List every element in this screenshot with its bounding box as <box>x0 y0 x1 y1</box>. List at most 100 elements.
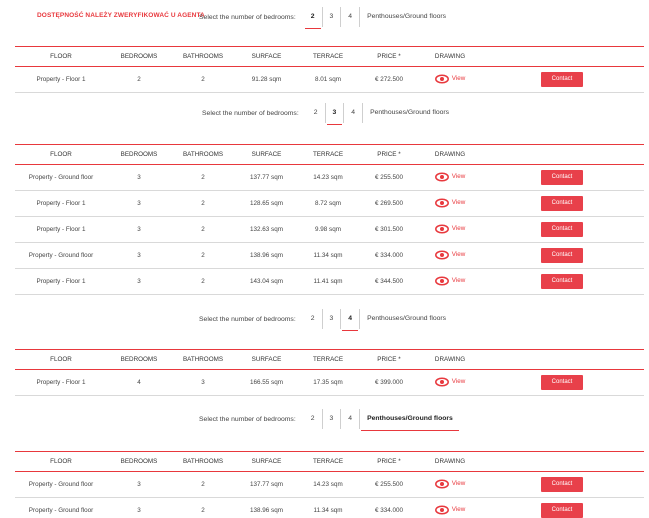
cell-surface: 138.96 sqm <box>235 242 298 269</box>
cell-bedrooms: 4 <box>107 369 171 396</box>
cell-contact: Contact <box>480 497 644 518</box>
column-header: BATHROOMS <box>171 46 235 67</box>
cell-floor: Property - Floor 1 <box>15 216 107 243</box>
bedroom-option-4[interactable]: 4 <box>340 7 359 27</box>
view-drawing-link[interactable]: View <box>434 376 466 387</box>
contact-button[interactable]: Contact <box>541 274 583 289</box>
bedroom-option-3[interactable]: 3 <box>321 7 341 27</box>
cell-contact: Contact <box>480 216 644 243</box>
view-drawing-link[interactable]: View <box>434 478 466 489</box>
cell-bathrooms: 2 <box>171 66 235 93</box>
view-label: View <box>451 199 466 206</box>
view-drawing-link[interactable]: View <box>434 223 465 234</box>
view-drawing-link[interactable]: View <box>434 249 465 260</box>
contact-button[interactable]: Contact <box>541 170 583 185</box>
column-header: TERRACE <box>298 144 358 165</box>
column-header: DRAWING <box>420 451 480 472</box>
view-label: View <box>451 378 466 385</box>
cell-floor: Property - Ground floor <box>15 164 107 191</box>
table-header-row: FLOOR BEDROOMS BATHROOMS SURFACE TERRACE PRIC… <box>15 451 644 472</box>
cell-contact: Contact <box>480 471 644 498</box>
view-drawing-link[interactable]: View <box>434 171 465 182</box>
cell-bedrooms: 3 <box>107 497 171 518</box>
cell-bedrooms: 3 <box>107 190 171 217</box>
column-header-action <box>480 451 644 472</box>
property-table: FLOOR BEDROOMS BATHROOMS SURFACE TERRACE PRIC… <box>15 144 644 295</box>
column-header: SURFACE <box>235 451 298 472</box>
cell-bathrooms: 2 <box>171 268 235 295</box>
cell-bedrooms: 3 <box>107 471 171 498</box>
cell-bathrooms: 2 <box>171 190 235 217</box>
view-label: View <box>451 480 466 487</box>
cell-contact: Contact <box>480 268 644 295</box>
bedroom-option-2[interactable]: 2 <box>304 309 322 329</box>
contact-button[interactable]: Contact <box>541 222 583 237</box>
cell-terrace: 8.01 sqm <box>298 66 358 93</box>
bedroom-selector-label: Select the number of bedrooms: <box>199 13 296 21</box>
column-header: BEDROOMS <box>107 46 171 67</box>
cell-surface: 128.65 sqm <box>235 190 298 217</box>
eye-icon <box>434 249 449 260</box>
bedroom-selector-label: Select the number of bedrooms: <box>202 109 299 117</box>
table-header-row: FLOOR BEDROOMS BATHROOMS SURFACE TERRACE PRIC… <box>15 46 644 67</box>
table-row: Property - Floor 1 3 2 143.04 sqm 11.41 sqm €… <box>15 268 644 295</box>
cell-terrace: 14.23 sqm <box>298 471 358 498</box>
cell-drawing: View <box>420 268 480 295</box>
table-row: Property - Ground floor 3 2 137.77 sqm 14.23… <box>15 471 644 498</box>
cell-terrace: 11.34 sqm <box>298 497 358 518</box>
table-header-row: FLOOR BEDROOMS BATHROOMS SURFACE TERRACE PRIC… <box>15 349 644 370</box>
eye-icon <box>434 504 449 515</box>
cell-price: € 301.500 <box>358 216 420 243</box>
cell-surface: 91.28 sqm <box>235 66 298 93</box>
bedroom-option-penthouses[interactable]: Penthouses/Ground floors <box>362 103 456 123</box>
cell-surface: 137.77 sqm <box>235 471 298 498</box>
cell-drawing: View <box>420 242 480 269</box>
cell-bathrooms: 2 <box>171 164 235 191</box>
cell-bathrooms: 2 <box>171 216 235 243</box>
bedroom-option-3[interactable]: 3 <box>321 409 341 429</box>
bedroom-option-4[interactable]: 4 <box>340 409 359 429</box>
view-label: View <box>451 277 466 284</box>
view-drawing-link[interactable]: View <box>434 197 466 208</box>
view-drawing-link[interactable]: View <box>434 73 465 84</box>
cell-terrace: 9.98 sqm <box>298 216 358 243</box>
contact-button[interactable]: Contact <box>541 196 583 211</box>
bedroom-option-2[interactable]: 2 <box>304 409 322 429</box>
column-header: FLOOR <box>15 349 107 370</box>
eye-icon <box>434 275 449 286</box>
column-header: PRICE * <box>358 144 420 165</box>
table-row: Property - Floor 1 4 3 166.55 sqm 17.35 sqm €… <box>15 369 644 396</box>
cell-terrace: 17.35 sqm <box>298 369 358 396</box>
bedroom-option-3[interactable]: 3 <box>321 309 341 329</box>
bedroom-option-penthouses[interactable]: Penthouses/Ground floors <box>359 309 453 329</box>
contact-button[interactable]: Contact <box>541 477 583 492</box>
contact-button[interactable]: Contact <box>541 248 583 263</box>
column-header: TERRACE <box>298 349 358 370</box>
column-header: DRAWING <box>420 349 480 370</box>
table-row: Property - Floor 1 3 2 128.65 sqm 8.72 sqm € … <box>15 190 644 217</box>
cell-contact: Contact <box>480 190 644 217</box>
column-header: FLOOR <box>15 144 107 165</box>
cell-terrace: 11.41 sqm <box>298 268 358 295</box>
property-table: FLOOR BEDROOMS BATHROOMS SURFACE TERRACE PRIC… <box>15 349 644 396</box>
contact-button[interactable]: Contact <box>541 375 583 390</box>
bedroom-option-2[interactable]: 2 <box>304 7 322 29</box>
bedroom-option-penthouses[interactable]: Penthouses/Ground floors <box>359 7 453 27</box>
contact-button[interactable]: Contact <box>541 503 583 518</box>
bedroom-option-4[interactable]: 4 <box>340 309 359 331</box>
bedroom-option-3[interactable]: 3 <box>324 103 344 125</box>
cell-floor: Property - Floor 1 <box>15 190 107 217</box>
property-table: FLOOR BEDROOMS BATHROOMS SURFACE TERRACE PRIC… <box>15 46 644 93</box>
cell-terrace: 8.72 sqm <box>298 190 358 217</box>
cell-contact: Contact <box>480 66 644 93</box>
bedroom-option-penthouses[interactable]: Penthouses/Ground floors <box>359 409 460 431</box>
cell-price: € 255.500 <box>358 471 420 498</box>
view-drawing-link[interactable]: View <box>434 504 465 515</box>
bedroom-option-2[interactable]: 2 <box>307 103 325 123</box>
cell-surface: 137.77 sqm <box>235 164 298 191</box>
cell-bathrooms: 3 <box>171 369 235 396</box>
column-header-action <box>480 46 644 67</box>
contact-button[interactable]: Contact <box>541 72 583 87</box>
bedroom-option-4[interactable]: 4 <box>343 103 362 123</box>
view-drawing-link[interactable]: View <box>434 275 466 286</box>
